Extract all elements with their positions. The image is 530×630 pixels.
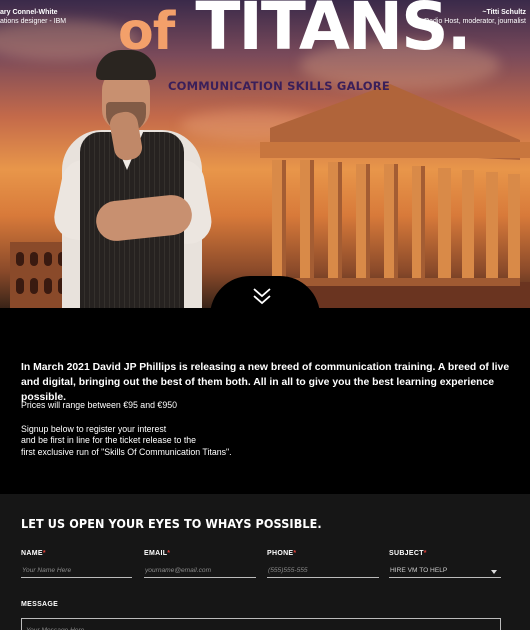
chevron-down-icon <box>491 570 497 574</box>
subject-select-value: HIRE VM TO HELP <box>390 567 448 574</box>
phone-input[interactable] <box>267 565 379 578</box>
info-price-text: Prices will range between €95 and €950 <box>21 400 178 410</box>
form-heading: LET US OPEN YOUR EYES TO WHAYS POSSIBLE. <box>21 516 322 531</box>
subject-field-group: SUBJECT* HIRE VM TO HELP <box>389 550 501 578</box>
signup-line: first exclusive run of "Skills Of Commun… <box>21 446 232 457</box>
hero-title-main: TITANS. <box>195 0 471 65</box>
double-chevron-down-icon[interactable] <box>251 287 273 305</box>
message-box[interactable] <box>21 618 501 630</box>
hero-banner: ary Connel-White ations designer - IBM ~… <box>0 0 530 308</box>
signup-line: and be first in line for the ticket rele… <box>21 435 197 446</box>
message-label-group: MESSAGE <box>21 601 221 608</box>
subject-select[interactable]: HIRE VM TO HELP <box>389 565 501 578</box>
subject-label: SUBJECT* <box>389 550 427 557</box>
message-input[interactable] <box>22 623 500 630</box>
name-input[interactable] <box>21 565 132 578</box>
email-input[interactable] <box>144 565 256 578</box>
info-section: In March 2021 David JP Phillips is relea… <box>0 308 530 494</box>
email-label: EMAIL* <box>144 550 171 557</box>
name-field-group: NAME* <box>21 550 132 578</box>
phone-field-group: PHONE* <box>267 550 379 578</box>
parthenon-image <box>240 84 530 308</box>
email-field-group: EMAIL* <box>144 550 256 578</box>
info-signup-text: Signup below to register your interest a… <box>21 424 232 458</box>
info-lead-text: In March 2021 David JP Phillips is relea… <box>21 362 510 404</box>
testimonial-left-name: ary Connel-White <box>0 9 58 16</box>
name-label: NAME* <box>21 550 46 557</box>
interest-form: LET US OPEN YOUR EYES TO WHAYS POSSIBLE.… <box>0 494 530 630</box>
message-label: MESSAGE <box>21 601 59 608</box>
presenter-photo <box>50 50 215 308</box>
presenter-cap <box>96 50 156 80</box>
signup-line: Signup below to register your interest <box>21 424 167 434</box>
phone-label: PHONE* <box>267 550 297 557</box>
testimonial-left-role: ations designer - IBM <box>0 18 67 26</box>
testimonial-left: ary Connel-White ations designer - IBM <box>0 8 66 27</box>
